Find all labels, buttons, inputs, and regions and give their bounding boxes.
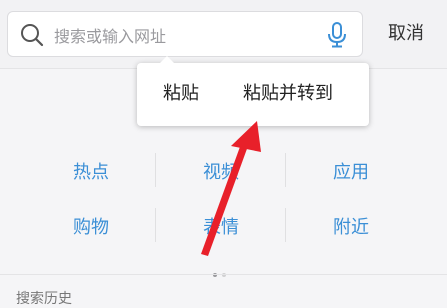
grid-item-shopping[interactable]: 购物: [46, 213, 136, 239]
grid-item-nearby[interactable]: 附近: [306, 213, 396, 239]
search-box[interactable]: [7, 11, 363, 57]
paste-button[interactable]: 粘贴: [163, 81, 199, 107]
divider: [285, 208, 286, 242]
search-history-label: 搜索历史: [16, 291, 72, 307]
paste-popup-menu: 粘贴 粘贴并转到: [137, 56, 369, 126]
divider: [155, 153, 156, 187]
grid-item-hot[interactable]: 热点: [46, 158, 136, 184]
grid-item-apps[interactable]: 应用: [306, 158, 396, 184]
microphone-icon[interactable]: [327, 22, 347, 48]
cancel-button[interactable]: 取消: [376, 20, 436, 48]
search-icon: [21, 24, 44, 47]
search-input[interactable]: [52, 22, 306, 50]
page-indicator: [213, 262, 231, 281]
grid-item-video[interactable]: 视频: [176, 158, 266, 184]
section-divider: [0, 274, 447, 275]
paste-and-go-button[interactable]: 粘贴并转到: [243, 81, 333, 107]
divider: [285, 153, 286, 187]
grid-item-emoji[interactable]: 表情: [176, 213, 266, 239]
popup-arrow: [159, 56, 175, 64]
top-bar: 取消: [0, 0, 447, 69]
divider: [155, 208, 156, 242]
